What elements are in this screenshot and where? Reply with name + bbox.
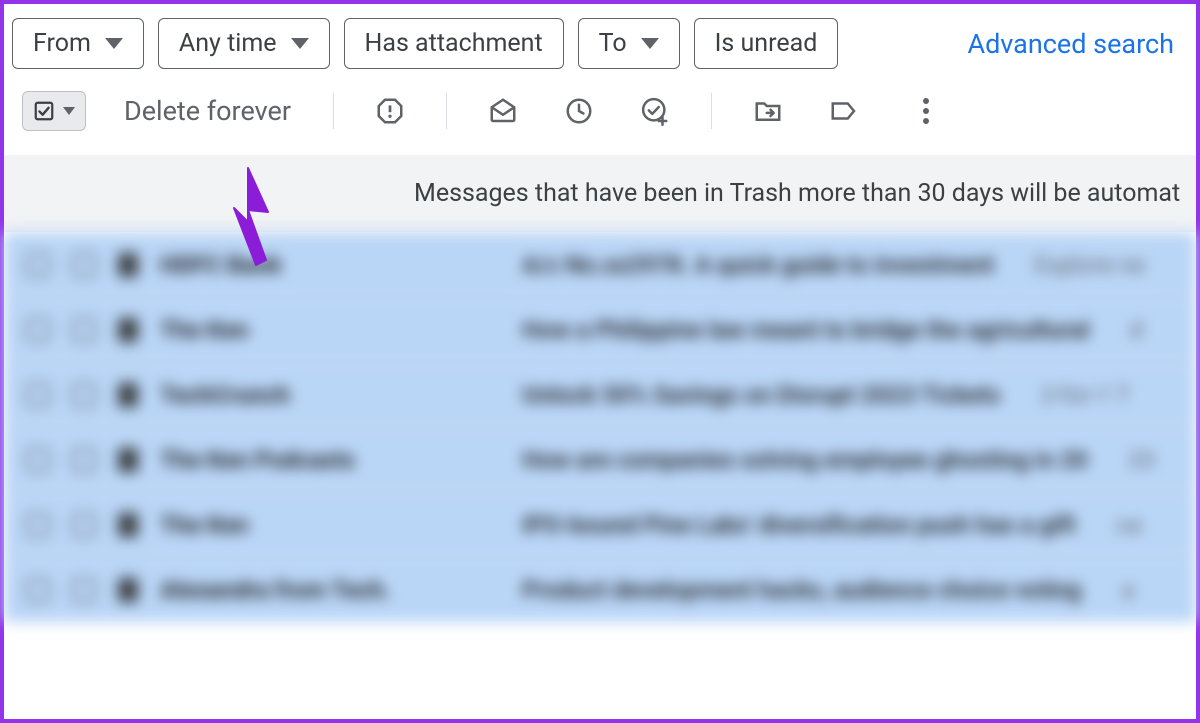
star-icon[interactable] <box>72 253 96 277</box>
email-row[interactable]: HDFC Bank A/c No.xx2978. A quick guide t… <box>4 232 1196 297</box>
email-sender: Alexandra from Tech. <box>160 576 500 604</box>
trash-icon <box>118 578 138 602</box>
label-icon <box>829 96 859 126</box>
trash-icon <box>118 448 138 472</box>
from-filter-chip[interactable]: From <box>12 18 144 69</box>
email-subject: Unlock 50% Savings on Disrupt 2023 Ticke… <box>522 381 1000 409</box>
mail-open-icon <box>488 96 518 126</box>
email-row[interactable]: The Ken How a Philippine law meant to br… <box>4 297 1196 362</box>
any-time-filter-label: Any time <box>179 29 277 58</box>
divider <box>711 93 712 129</box>
divider <box>446 93 447 129</box>
star-icon[interactable] <box>72 578 96 602</box>
email-subject: Product development hacks, audience choi… <box>522 576 1081 604</box>
to-filter-label: To <box>599 29 627 58</box>
more-menu-button[interactable] <box>904 89 948 133</box>
checkbox-icon[interactable] <box>26 578 50 602</box>
email-preview: ca <box>1116 511 1142 539</box>
more-vertical-icon <box>922 96 930 126</box>
chevron-down-icon <box>291 38 309 49</box>
mark-as-read-button[interactable] <box>481 89 525 133</box>
toolbar: Delete forever <box>4 83 1196 149</box>
trash-icon <box>118 513 138 537</box>
email-subject: A/c No.xx2978. A quick guide to investme… <box>522 251 994 279</box>
email-subject: How a Philippine law meant to bridge the… <box>522 316 1089 344</box>
has-attachment-filter-chip[interactable]: Has attachment <box>344 18 564 69</box>
email-sender: The Ken <box>160 511 500 539</box>
move-folder-icon <box>753 96 783 126</box>
email-sender: The Ken Podcasts <box>160 446 500 474</box>
email-preview: Explore ne <box>1034 251 1145 279</box>
star-icon[interactable] <box>72 383 96 407</box>
to-filter-chip[interactable]: To <box>578 18 680 69</box>
email-preview: 23 <box>1128 446 1155 474</box>
filter-row: From Any time Has attachment To Is unrea… <box>4 4 1196 83</box>
chevron-down-icon <box>105 38 123 49</box>
trash-icon <box>118 383 138 407</box>
from-filter-label: From <box>33 29 91 58</box>
email-preview: 2-for-1 T <box>1040 381 1130 409</box>
has-attachment-filter-label: Has attachment <box>365 29 543 58</box>
trash-icon <box>118 253 138 277</box>
report-spam-button[interactable] <box>368 89 412 133</box>
clock-icon <box>564 96 594 126</box>
advanced-search-link[interactable]: Advanced search <box>967 28 1188 60</box>
labels-button[interactable] <box>822 89 866 133</box>
task-add-icon <box>640 96 670 126</box>
star-icon[interactable] <box>72 318 96 342</box>
email-subject: IPO-bound Pine Labs' diversification pus… <box>522 511 1076 539</box>
snooze-button[interactable] <box>557 89 601 133</box>
email-row[interactable]: The Ken IPO-bound Pine Labs' diversifica… <box>4 492 1196 557</box>
checkbox-icon[interactable] <box>26 253 50 277</box>
report-spam-icon <box>375 96 405 126</box>
email-row[interactable]: Alexandra from Tech. Product development… <box>4 557 1196 622</box>
checkbox-icon[interactable] <box>26 513 50 537</box>
select-all-checkbox[interactable] <box>22 91 86 131</box>
checkbox-icon[interactable] <box>26 383 50 407</box>
email-subject: How are companies solving employee ghost… <box>522 446 1088 474</box>
chevron-down-icon <box>641 38 659 49</box>
email-sender: HDFC Bank <box>160 251 500 279</box>
email-list: HDFC Bank A/c No.xx2978. A quick guide t… <box>4 232 1196 622</box>
email-sender: The Ken <box>160 316 500 344</box>
star-icon[interactable] <box>72 513 96 537</box>
trash-icon <box>118 318 138 342</box>
any-time-filter-chip[interactable]: Any time <box>158 18 330 69</box>
star-icon[interactable] <box>72 448 96 472</box>
divider <box>333 93 334 129</box>
email-row[interactable]: The Ken Podcasts How are companies solvi… <box>4 427 1196 492</box>
move-to-button[interactable] <box>746 89 790 133</box>
chevron-down-icon <box>63 107 75 115</box>
add-to-tasks-button[interactable] <box>633 89 677 133</box>
checkbox-icon[interactable] <box>26 448 50 472</box>
email-sender: TechCrunch <box>160 381 500 409</box>
is-unread-filter-chip[interactable]: Is unread <box>694 18 839 69</box>
is-unread-filter-label: Is unread <box>715 29 818 58</box>
email-preview: d <box>1129 316 1143 344</box>
delete-forever-button[interactable]: Delete forever <box>94 95 311 127</box>
checkbox-checked-icon <box>33 100 55 122</box>
checkbox-icon[interactable] <box>26 318 50 342</box>
trash-banner: Messages that have been in Trash more th… <box>4 155 1196 232</box>
email-preview: a <box>1121 576 1134 604</box>
email-row[interactable]: TechCrunch Unlock 50% Savings on Disrupt… <box>4 362 1196 427</box>
